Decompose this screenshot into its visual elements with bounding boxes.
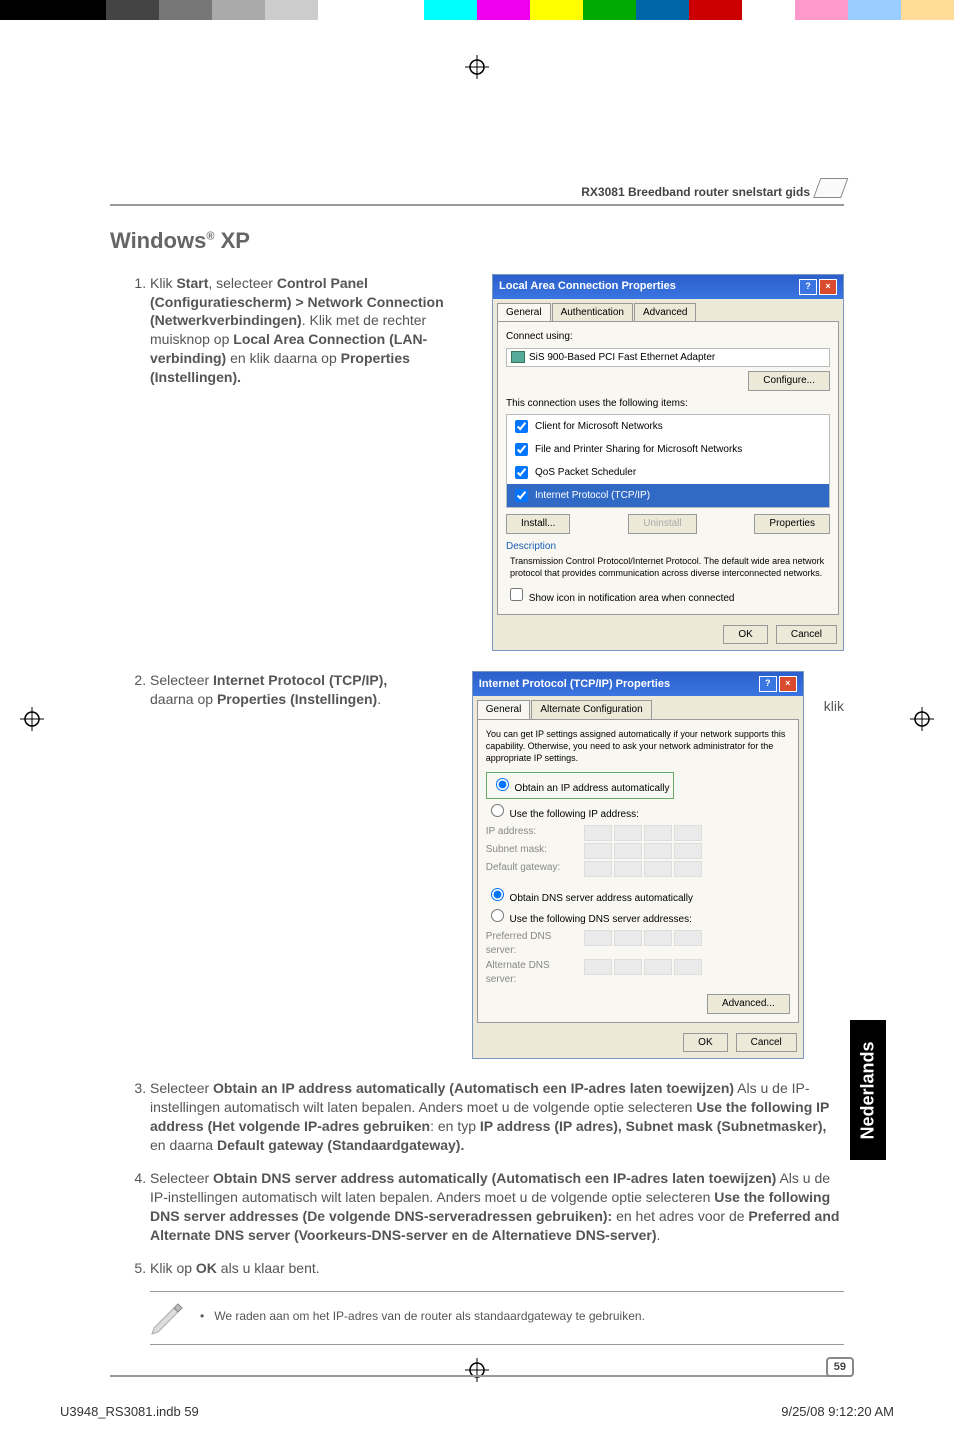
intro-text: You can get IP settings assigned automat… bbox=[486, 728, 790, 764]
checkbox[interactable] bbox=[515, 489, 528, 502]
step-1: Klik Start, selecteer Control Panel (Con… bbox=[150, 274, 472, 387]
cancel-button[interactable]: Cancel bbox=[736, 1033, 797, 1053]
step-2: Selecteer Internet Protocol (TCP/IP), da… bbox=[150, 671, 452, 709]
tab-alternate[interactable]: Alternate Configuration bbox=[531, 700, 651, 719]
radio-obtain-dns[interactable] bbox=[491, 888, 504, 901]
configure-button[interactable]: Configure... bbox=[748, 371, 830, 391]
step-4: Selecteer Obtain DNS server address auto… bbox=[150, 1169, 844, 1245]
items-list[interactable]: Client for Microsoft Networks File and P… bbox=[506, 414, 830, 508]
note-text: • We raden aan om het IP-adres van de ro… bbox=[200, 1300, 645, 1324]
tab-general[interactable]: General bbox=[477, 700, 531, 719]
uninstall-button[interactable]: Uninstall bbox=[628, 514, 696, 534]
close-icon[interactable]: × bbox=[779, 676, 797, 692]
dialog-lan-properties: Local Area Connection Properties ? × Gen… bbox=[492, 274, 844, 652]
section-title: Windows® XP bbox=[110, 226, 844, 256]
ok-button[interactable]: OK bbox=[723, 625, 767, 645]
step-5: Klik op OK als u klaar bent. bbox=[150, 1259, 844, 1278]
radio-use-ip[interactable] bbox=[491, 804, 504, 817]
tab-general[interactable]: General bbox=[497, 303, 551, 322]
page-number: 59 bbox=[826, 1357, 854, 1377]
close-icon[interactable]: × bbox=[819, 279, 837, 295]
properties-button[interactable]: Properties bbox=[754, 514, 830, 534]
footer-datetime: 9/25/08 9:12:20 AM bbox=[781, 1404, 894, 1419]
page-header: RX3081 Breedband router snelstart gids bbox=[110, 180, 844, 206]
adapter-field: SiS 900-Based PCI Fast Ethernet Adapter bbox=[506, 348, 830, 368]
checkbox[interactable] bbox=[515, 420, 528, 433]
note-box: • We raden aan om het IP-adres van de ro… bbox=[150, 1291, 844, 1345]
description-text: Transmission Control Protocol/Internet P… bbox=[510, 555, 826, 579]
help-icon[interactable]: ? bbox=[759, 676, 777, 692]
cancel-button[interactable]: Cancel bbox=[776, 625, 837, 645]
tab-authentication[interactable]: Authentication bbox=[552, 303, 633, 322]
description-label: Description bbox=[506, 540, 830, 554]
advanced-button[interactable]: Advanced... bbox=[707, 994, 790, 1014]
install-button[interactable]: Install... bbox=[506, 514, 570, 534]
dialog-tabs: General Authentication Advanced bbox=[493, 299, 843, 322]
radio-use-dns[interactable] bbox=[491, 909, 504, 922]
uses-label: This connection uses the following items… bbox=[506, 397, 830, 411]
dialog-titlebar: Local Area Connection Properties ? × bbox=[493, 275, 843, 299]
dialog-title: Internet Protocol (TCP/IP) Properties bbox=[479, 677, 670, 692]
dialog-title: Local Area Connection Properties bbox=[499, 279, 676, 294]
color-registration-bar bbox=[0, 0, 954, 20]
checkbox[interactable] bbox=[515, 466, 528, 479]
radio-obtain-ip[interactable] bbox=[496, 778, 509, 791]
pencil-note-icon bbox=[150, 1300, 186, 1336]
connect-using-label: Connect using: bbox=[506, 330, 830, 344]
router-icon bbox=[813, 178, 848, 198]
network-adapter-icon bbox=[511, 351, 525, 363]
language-tab: Nederlands bbox=[850, 1020, 886, 1160]
show-icon-checkbox[interactable] bbox=[510, 588, 523, 601]
step-3: Selecteer Obtain an IP address automatic… bbox=[150, 1079, 844, 1155]
header-title: RX3081 Breedband router snelstart gids bbox=[581, 184, 810, 200]
footer-file: U3948_RS3081.indb 59 bbox=[60, 1404, 199, 1419]
print-footer: U3948_RS3081.indb 59 9/25/08 9:12:20 AM bbox=[0, 1404, 954, 1419]
checkbox[interactable] bbox=[515, 443, 528, 456]
step2-trail: klik bbox=[824, 697, 844, 716]
ok-button[interactable]: OK bbox=[683, 1033, 727, 1053]
dialog-titlebar: Internet Protocol (TCP/IP) Properties ? … bbox=[473, 672, 803, 696]
help-icon[interactable]: ? bbox=[799, 279, 817, 295]
footer-rule bbox=[110, 1375, 844, 1377]
dialog-tcpip-properties: Internet Protocol (TCP/IP) Properties ? … bbox=[472, 671, 804, 1059]
tab-advanced[interactable]: Advanced bbox=[634, 303, 696, 322]
